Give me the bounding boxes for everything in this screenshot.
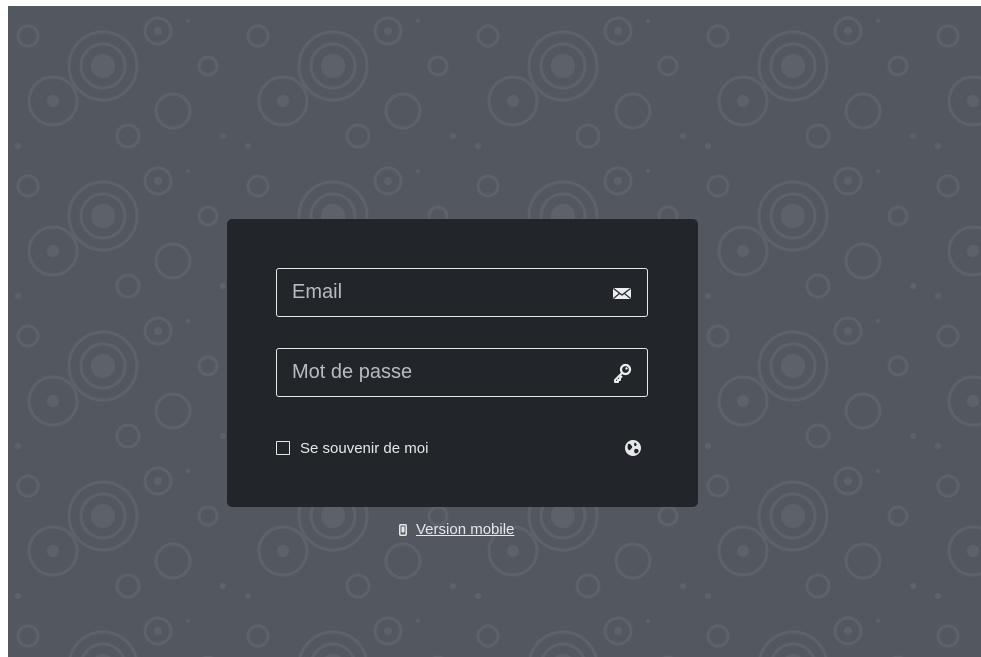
login-panel: Se souvenir de moi [227,219,698,507]
login-screen: Se souvenir de moi Version mobile [8,6,981,657]
email-input[interactable] [277,269,612,316]
remember-me-label: Se souvenir de moi [300,439,429,457]
password-field [276,348,648,397]
key-icon [614,363,632,383]
remember-me-checkbox[interactable] [276,441,290,455]
envelope-icon [613,287,631,299]
mobile-phone-icon [399,523,407,536]
password-input[interactable] [277,349,612,396]
remember-me[interactable]: Se souvenir de moi [276,439,428,457]
mobile-version-link[interactable]: Version mobile [399,521,514,538]
email-field [276,268,648,317]
globe-icon[interactable] [624,439,642,457]
mobile-version-label[interactable]: Version mobile [416,521,514,538]
